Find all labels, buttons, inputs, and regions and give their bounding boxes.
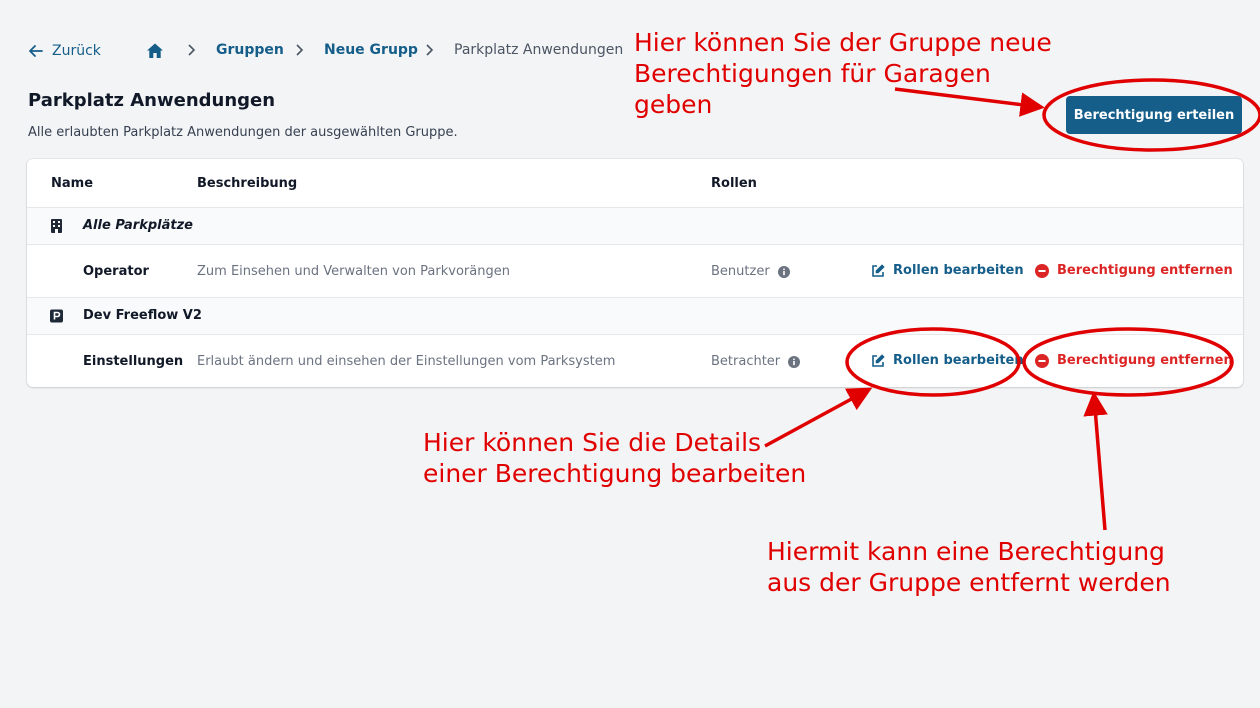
row-name: Einstellungen bbox=[83, 354, 184, 369]
column-header-description: Beschreibung bbox=[197, 176, 298, 191]
annotation-line: Berechtigungen für Garagen bbox=[634, 59, 991, 88]
page-subtitle: Alle erlaubten Parkplatz Anwendungen der… bbox=[28, 125, 458, 140]
breadcrumb: Zurück Gruppen Neue Grupp Parkplatz Anwe… bbox=[28, 40, 623, 62]
annotation-arrow bbox=[1083, 391, 1108, 531]
row-role: Benutzer bbox=[711, 264, 790, 279]
remove-permission-label: Berechtigung entfernen bbox=[1057, 263, 1233, 278]
minus-circle-icon bbox=[1035, 263, 1049, 278]
grant-permission-button[interactable]: Berechtigung erteilen bbox=[1066, 96, 1242, 134]
column-header-roles: Rollen bbox=[711, 176, 757, 191]
permissions-table: Name Beschreibung Rollen Alle Parkplätze… bbox=[27, 159, 1243, 387]
group-row: Alle Parkplätze bbox=[27, 208, 1243, 245]
table-header: Name Beschreibung Rollen bbox=[27, 159, 1243, 208]
row-description: Erlaubt ändern und einsehen der Einstell… bbox=[197, 354, 616, 369]
remove-permission-button[interactable]: Berechtigung entfernen bbox=[1035, 263, 1233, 278]
annotation-line: einer Berechtigung bearbeiten bbox=[423, 459, 807, 488]
group-name: Dev Freeflow V2 bbox=[83, 308, 202, 323]
row-description: Zum Einsehen und Verwalten von Parkvorän… bbox=[197, 264, 510, 279]
row-role: Betrachter bbox=[711, 354, 801, 369]
home-icon[interactable] bbox=[146, 42, 164, 60]
info-icon[interactable] bbox=[788, 355, 801, 368]
table-row: Einstellungen Erlaubt ändern und einsehe… bbox=[27, 335, 1243, 387]
page: Zurück Gruppen Neue Grupp Parkplatz Anwe… bbox=[0, 0, 1260, 708]
edit-icon bbox=[872, 263, 885, 277]
chevron-right-icon bbox=[188, 44, 196, 56]
annotation-remove: Hiermit kann eine Berechtigung aus der G… bbox=[767, 536, 1171, 598]
back-link-label: Zurück bbox=[52, 43, 101, 59]
edit-roles-label: Rollen bearbeiten bbox=[893, 353, 1024, 368]
edit-roles-button[interactable]: Rollen bearbeiten bbox=[871, 353, 1024, 368]
role-label: Benutzer bbox=[711, 264, 770, 279]
back-link[interactable]: Zurück bbox=[28, 43, 101, 59]
minus-circle-icon bbox=[1035, 353, 1049, 368]
annotation-line: Hier können Sie der Gruppe neue bbox=[634, 28, 1052, 57]
building-icon bbox=[51, 219, 62, 233]
annotation-line: Hier können Sie die Details bbox=[423, 428, 762, 457]
remove-permission-label: Berechtigung entfernen bbox=[1057, 353, 1233, 368]
chevron-right-icon bbox=[296, 44, 304, 56]
table-row: Operator Zum Einsehen und Verwalten von … bbox=[27, 245, 1243, 298]
annotation-line: aus der Gruppe entfernt werden bbox=[767, 568, 1171, 597]
column-header-name: Name bbox=[51, 176, 94, 191]
group-row: Dev Freeflow V2 bbox=[27, 298, 1243, 335]
annotation-line: geben bbox=[634, 90, 713, 119]
breadcrumb-current: Parkplatz Anwendungen bbox=[454, 42, 624, 58]
parking-icon bbox=[50, 309, 63, 323]
edit-roles-button[interactable]: Rollen bearbeiten bbox=[871, 263, 1024, 278]
annotation-line: Hiermit kann eine Berechtigung bbox=[767, 537, 1165, 566]
breadcrumb-neue-grupp[interactable]: Neue Grupp bbox=[324, 42, 418, 58]
group-name: Alle Parkplätze bbox=[83, 218, 193, 233]
annotation-edit: Hier können Sie die Details einer Berech… bbox=[423, 427, 806, 489]
role-label: Betrachter bbox=[711, 354, 781, 369]
arrow-left-icon bbox=[29, 45, 43, 57]
row-name: Operator bbox=[83, 264, 149, 279]
info-icon[interactable] bbox=[777, 265, 790, 278]
annotation-grant: Hier können Sie der Gruppe neue Berechti… bbox=[634, 27, 1052, 120]
chevron-right-icon bbox=[426, 44, 434, 56]
breadcrumb-gruppen[interactable]: Gruppen bbox=[216, 42, 284, 58]
edit-icon bbox=[872, 353, 885, 367]
remove-permission-button[interactable]: Berechtigung entfernen bbox=[1035, 353, 1233, 368]
page-title: Parkplatz Anwendungen bbox=[28, 90, 276, 111]
edit-roles-label: Rollen bearbeiten bbox=[893, 263, 1024, 278]
